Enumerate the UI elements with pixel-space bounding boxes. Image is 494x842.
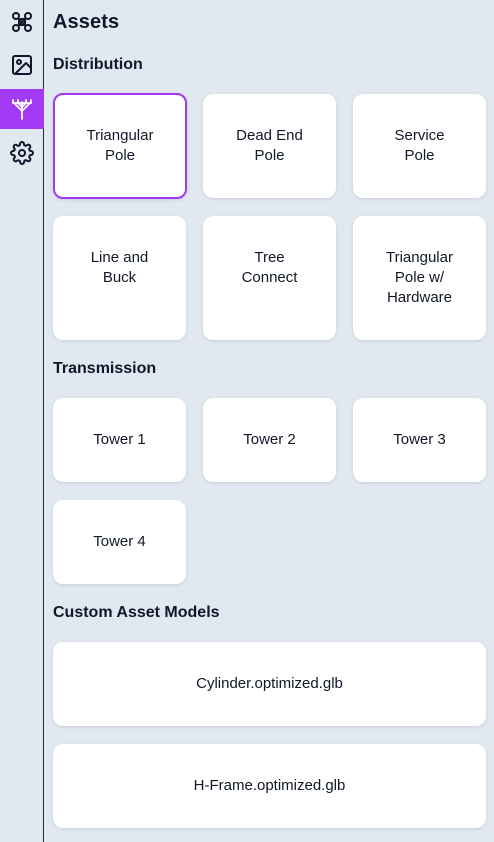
- image-icon: [12, 55, 32, 75]
- asset-card-tower-2[interactable]: Tower 2: [203, 398, 336, 482]
- asset-card-label: Tower 2: [243, 431, 296, 448]
- asset-card-label: Line and Buck: [90, 249, 149, 286]
- asset-card-label: Tower 4: [93, 533, 146, 550]
- asset-card-label: Service Pole: [394, 127, 445, 164]
- asset-card-tower-4[interactable]: Tower 4: [53, 500, 186, 584]
- asset-card-dead-end-pole[interactable]: Dead End Pole: [203, 94, 336, 198]
- page-title: Assets: [53, 11, 120, 33]
- section-title-transmission: Transmission: [53, 360, 157, 377]
- custom-model-card-cylinder[interactable]: Cylinder.optimized.glb: [53, 642, 486, 726]
- asset-card-tree-connect[interactable]: Tree Connect: [203, 216, 336, 340]
- asset-card-label: Tree Connect: [241, 249, 298, 286]
- sidebar-item-assets[interactable]: [0, 89, 44, 129]
- asset-card-triangular-pole[interactable]: Triangular Pole: [53, 93, 187, 199]
- drone-icon: [12, 12, 32, 32]
- asset-card-label: Tower 3: [393, 431, 446, 448]
- sidebar-rail: [0, 0, 44, 842]
- asset-card-label: Triangular Pole: [86, 127, 154, 164]
- asset-card-triangular-pole-w-hardware[interactable]: Triangular Pole w/ Hardware: [353, 216, 486, 340]
- asset-card-line-and-buck[interactable]: Line and Buck: [53, 216, 186, 340]
- antenna-pole-icon: [12, 99, 32, 120]
- asset-card-label: Dead End Pole: [236, 127, 303, 164]
- asset-card-label: Tower 1: [93, 431, 146, 448]
- sidebar-item-settings[interactable]: [0, 133, 44, 173]
- asset-card-service-pole[interactable]: Service Pole: [353, 94, 486, 198]
- asset-card-label: Triangular Pole w/ Hardware: [386, 249, 453, 306]
- custom-model-card-h-frame[interactable]: H-Frame.optimized.glb: [53, 744, 486, 828]
- sidebar-item-images[interactable]: [0, 45, 44, 85]
- sidebar-item-drone[interactable]: [0, 2, 44, 42]
- asset-card-tower-3[interactable]: Tower 3: [353, 398, 486, 482]
- assets-app: Assets Distribution Triangular Pole Dead…: [0, 0, 494, 842]
- gear-icon: [10, 141, 34, 165]
- section-title-custom-asset-models: Custom Asset Models: [53, 604, 220, 621]
- section-title-distribution: Distribution: [53, 56, 143, 73]
- custom-model-label: Cylinder.optimized.glb: [196, 675, 343, 692]
- asset-card-tower-1[interactable]: Tower 1: [53, 398, 186, 482]
- custom-model-label: H-Frame.optimized.glb: [193, 777, 346, 794]
